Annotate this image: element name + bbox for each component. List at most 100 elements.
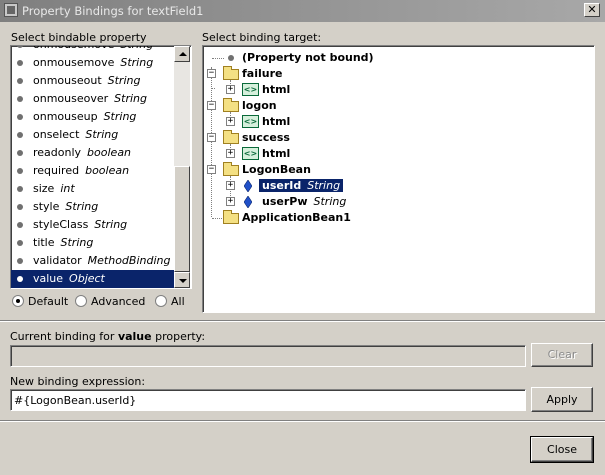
property-icon: [244, 180, 252, 192]
collapse-icon[interactable]: −: [207, 133, 216, 142]
binding-expression-input[interactable]: #{LogonBean.userId}: [10, 389, 526, 411]
tree-label: html: [262, 115, 291, 128]
property-name: onselect: [33, 128, 80, 141]
tree-label: html: [262, 83, 291, 96]
property-dot-icon: [17, 204, 23, 210]
expand-icon[interactable]: +: [226, 85, 235, 94]
current-binding-label: Current binding for value property:: [10, 330, 205, 343]
property-type: String: [103, 110, 137, 123]
property-list-scrollbar[interactable]: [174, 46, 190, 288]
folder-icon: [223, 162, 239, 176]
tree-item-applicationbean1[interactable]: ApplicationBean1: [203, 210, 583, 226]
tree-label: html: [262, 147, 291, 160]
unbound-icon: [228, 55, 234, 61]
tree-item-userpw[interactable]: + userPw String: [203, 194, 583, 210]
tree-label: userId: [262, 179, 302, 192]
radio-all-indicator[interactable]: [155, 295, 167, 307]
folder-icon: [223, 98, 239, 112]
property-dot-icon: [17, 132, 23, 138]
property-name: styleClass: [33, 218, 89, 231]
collapse-icon[interactable]: −: [207, 165, 216, 174]
property-type: String: [120, 46, 153, 51]
property-name: required: [33, 164, 80, 177]
radio-default-indicator[interactable]: [12, 295, 24, 307]
property-item[interactable]: required boolean: [11, 162, 175, 180]
property-name: validator: [33, 254, 82, 267]
arrow-down-icon: [179, 279, 187, 283]
tree-item-success[interactable]: − success: [203, 130, 583, 146]
property-item[interactable]: onmousemove String: [11, 46, 175, 54]
property-dot-icon: [17, 222, 23, 228]
tree-item-logon-html[interactable]: + <> html: [203, 114, 583, 130]
property-dot-icon: [17, 186, 23, 192]
property-dot-icon: [17, 240, 23, 246]
collapse-icon[interactable]: −: [207, 69, 216, 78]
property-name: onmousemove: [33, 46, 114, 51]
expand-icon[interactable]: +: [226, 197, 235, 206]
property-name: onmousemove: [33, 56, 115, 69]
folder-icon: [223, 210, 239, 224]
tree-item-failure-html[interactable]: + <> html: [203, 82, 583, 98]
property-name: onmouseover: [33, 92, 109, 105]
property-name: readonly: [33, 146, 82, 159]
tree-label: success: [242, 131, 290, 144]
property-label: onmousemove String: [33, 46, 153, 51]
collapse-icon[interactable]: −: [207, 101, 216, 110]
property-type: MethodBinding: [87, 254, 171, 267]
clear-button[interactable]: Clear: [531, 343, 593, 367]
property-dot-icon: [17, 168, 23, 174]
property-item[interactable]: onmouseover String: [11, 90, 175, 108]
scroll-down-button[interactable]: [174, 272, 190, 288]
property-type: String: [94, 218, 128, 231]
property-item[interactable]: readonly boolean: [11, 144, 175, 162]
tree-item-logonbean[interactable]: − LogonBean: [203, 162, 583, 178]
property-type: boolean: [85, 164, 130, 177]
apply-button[interactable]: Apply: [531, 387, 593, 412]
current-binding-property: value: [117, 330, 152, 343]
tree-type: String: [313, 195, 347, 208]
property-label: readonly boolean: [33, 146, 131, 159]
property-item[interactable]: onselect String: [11, 126, 175, 144]
title-bar[interactable]: Property Bindings for textField1 ✕: [0, 0, 605, 22]
folder-icon: [223, 66, 239, 80]
expand-icon[interactable]: +: [226, 149, 235, 158]
property-label: value Object: [33, 272, 105, 285]
tree-label: userPw: [262, 195, 308, 208]
scroll-thumb[interactable]: [174, 166, 190, 272]
expand-icon[interactable]: +: [226, 181, 235, 190]
close-button[interactable]: Close: [531, 437, 593, 462]
folder-icon: [223, 130, 239, 144]
window-title: Property Bindings for textField1: [22, 4, 204, 18]
property-list[interactable]: onmousemoveStringonmousemoveStringonmous…: [10, 45, 192, 289]
property-type: int: [60, 182, 75, 195]
property-item[interactable]: validator MethodBinding: [11, 252, 175, 270]
property-item[interactable]: value Object: [11, 270, 175, 288]
property-item[interactable]: size int: [11, 180, 175, 198]
separator: [0, 320, 605, 322]
expand-icon[interactable]: +: [226, 117, 235, 126]
property-type: boolean: [87, 146, 132, 159]
tree-item-failure[interactable]: − failure: [203, 66, 583, 82]
property-type: String: [120, 56, 154, 69]
window-close-button[interactable]: ✕: [584, 3, 600, 17]
tree-item-not-bound[interactable]: (Property not bound): [203, 50, 583, 66]
scroll-up-button[interactable]: [174, 46, 190, 62]
radio-advanced-indicator[interactable]: [75, 295, 87, 307]
property-item[interactable]: title String: [11, 234, 175, 252]
tree-item-success-html[interactable]: + <> html: [203, 146, 583, 162]
property-name: size: [33, 182, 55, 195]
binding-target-tree[interactable]: (Property not bound) − failure + <> html…: [202, 45, 595, 313]
property-item[interactable]: onmouseout String: [11, 72, 175, 90]
tree-item-userpw-text: userPw String: [262, 195, 346, 208]
property-label: onselect String: [33, 128, 118, 141]
property-label: onmouseup String: [33, 110, 136, 123]
property-name: onmouseout: [33, 74, 102, 87]
property-name: onmouseup: [33, 110, 98, 123]
tree-item-userid[interactable]: + userId String: [203, 178, 583, 194]
current-binding-field: [10, 345, 526, 367]
property-item[interactable]: styleClass String: [11, 216, 175, 234]
property-item[interactable]: onmouseup String: [11, 108, 175, 126]
property-item[interactable]: style String: [11, 198, 175, 216]
property-item[interactable]: onmousemove String: [11, 54, 175, 72]
tree-item-logon[interactable]: − logon: [203, 98, 583, 114]
